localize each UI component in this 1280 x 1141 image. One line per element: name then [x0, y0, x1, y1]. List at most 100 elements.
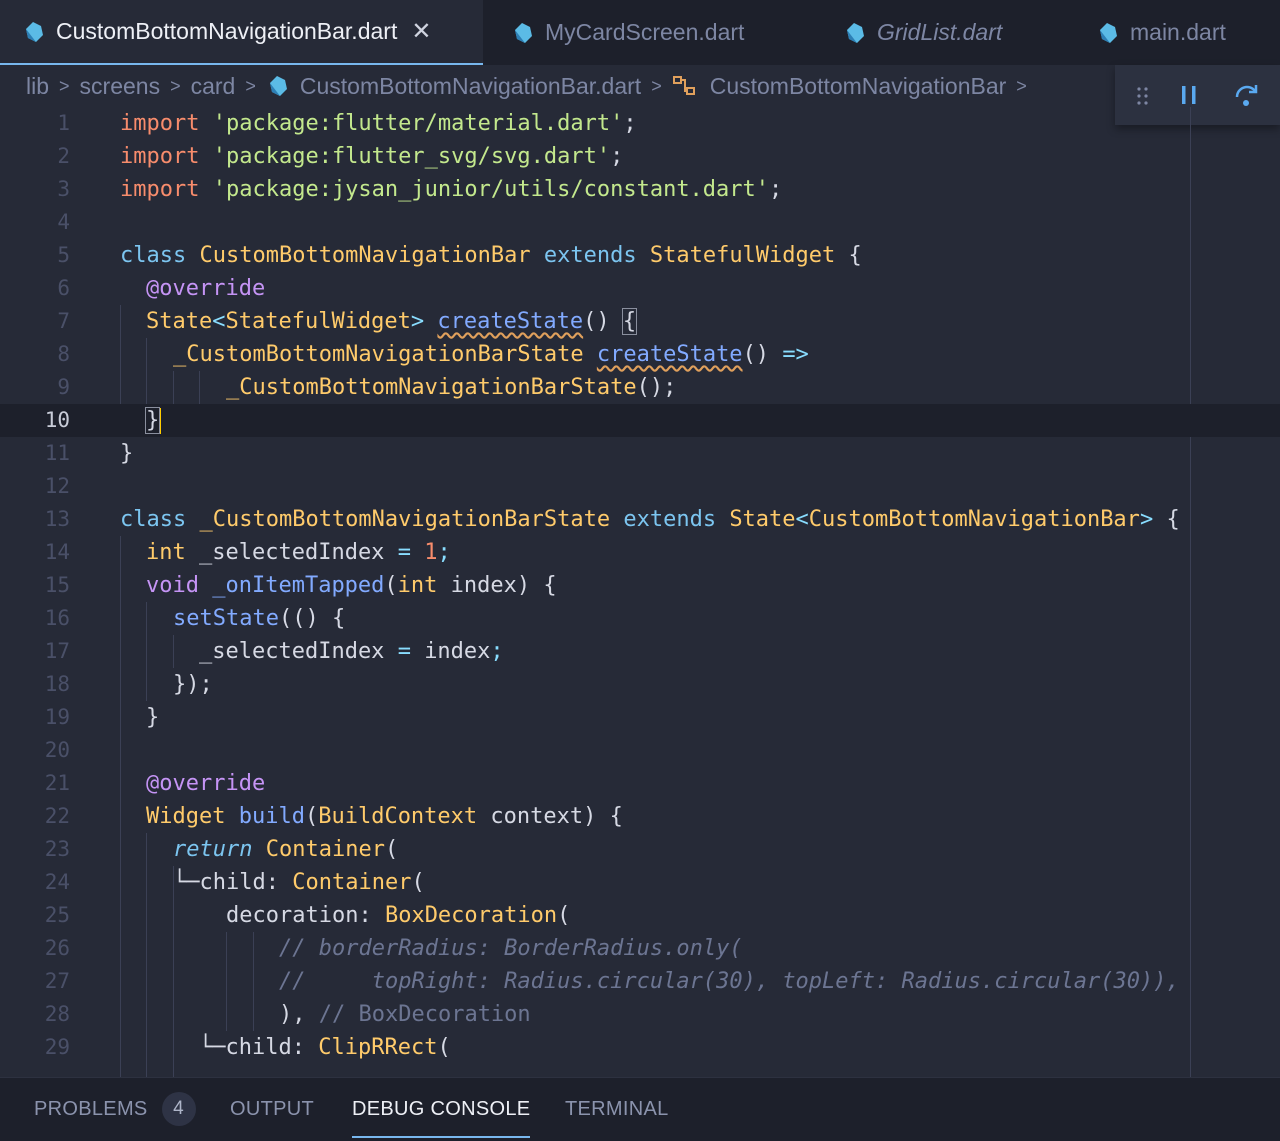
- identifier: index: [424, 639, 491, 664]
- punctuation: ): [516, 573, 531, 598]
- breadcrumb-item-screens[interactable]: screens: [80, 73, 161, 100]
- type-name: BoxDecoration: [384, 903, 558, 928]
- widget-tree-guide: └─: [199, 1035, 226, 1060]
- type-name: StatefulWidget: [225, 309, 411, 334]
- code-line: 14 int _selectedIndex = 1;: [0, 536, 1280, 569]
- tab-output[interactable]: OUTPUT: [230, 1078, 314, 1140]
- punctuation: (: [384, 837, 399, 862]
- breadcrumb-item-lib[interactable]: lib: [26, 73, 49, 100]
- dart-file-icon: [269, 76, 287, 96]
- type-name: int: [397, 573, 438, 598]
- code-line: 13 class _CustomBottomNavigationBarState …: [0, 503, 1280, 536]
- punctuation: ();: [636, 375, 677, 400]
- tab-my-card-screen[interactable]: MyCardScreen.dart: [511, 0, 744, 65]
- close-tab-icon[interactable]: ✕: [411, 17, 431, 46]
- tab-label: GridList.dart: [877, 19, 1003, 45]
- type-name: CustomBottomNavigationBar: [808, 507, 1140, 532]
- tab-custom-bottom-navigation-bar[interactable]: CustomBottomNavigationBar.dart ✕: [0, 0, 483, 65]
- drag-grip-icon[interactable]: [1137, 87, 1149, 105]
- line-number: 17: [44, 639, 70, 663]
- code-line: 12: [0, 470, 1280, 503]
- step-over-icon[interactable]: [1233, 81, 1261, 109]
- operator: =: [397, 540, 411, 565]
- annotation: @override: [146, 276, 266, 301]
- punctuation: {: [543, 573, 557, 598]
- punctuation: (): [583, 309, 610, 334]
- punctuation: }: [146, 705, 160, 730]
- line-number: 3: [57, 177, 70, 201]
- punctuation: (: [384, 573, 398, 598]
- type-name: _CustomBottomNavigationBarState: [173, 342, 584, 367]
- dart-file-icon: [847, 22, 864, 43]
- tab-problems[interactable]: PROBLEMS 4: [34, 1078, 196, 1140]
- code-editor[interactable]: 1 import 'package:flutter/material.dart';…: [0, 107, 1280, 1077]
- breadcrumb-item-card[interactable]: card: [191, 73, 236, 100]
- line-number: 27: [44, 969, 70, 993]
- operator: >: [1139, 507, 1154, 532]
- tab-main[interactable]: main.dart: [1096, 0, 1226, 65]
- code-line: 3 import 'package:jysan_junior/utils/cons…: [0, 173, 1280, 206]
- line-number: 15: [44, 573, 70, 597]
- punctuation: (() {: [278, 606, 346, 631]
- operator: <: [212, 309, 226, 334]
- breadcrumb-item-file[interactable]: CustomBottomNavigationBar.dart: [300, 73, 641, 100]
- chevron-right-icon: >: [59, 75, 70, 96]
- annotation: @override: [146, 771, 266, 796]
- punctuation: ),: [279, 1002, 306, 1027]
- tab-grid-list[interactable]: GridList.dart: [843, 0, 1002, 65]
- line-number: 7: [57, 309, 70, 333]
- breadcrumb: lib > screens > card > CustomBottomNavig…: [0, 65, 1110, 107]
- line-number: 12: [44, 474, 70, 498]
- type-name: Container: [265, 837, 385, 862]
- line-number: 21: [44, 771, 70, 795]
- punctuation: {: [848, 243, 862, 268]
- operator: >: [410, 309, 425, 334]
- code-line: 19}: [0, 701, 1280, 734]
- string-literal: 'package:flutter_svg/svg.dart': [212, 144, 611, 169]
- chevron-right-icon: >: [1016, 75, 1027, 96]
- code-line: 1 import 'package:flutter/material.dart';: [0, 107, 1280, 140]
- code-line: 17 _selectedIndex = index;: [0, 635, 1280, 668]
- punctuation: ;: [769, 177, 783, 202]
- chevron-right-icon: >: [651, 75, 662, 96]
- code-line: 22 Widget build(BuildContext context) {: [0, 800, 1280, 833]
- class-symbol-icon: [672, 76, 695, 95]
- tab-label: MyCardScreen.dart: [545, 19, 745, 45]
- code-line: 5 class CustomBottomNavigationBar extends…: [0, 239, 1280, 272]
- line-number: 13: [44, 507, 70, 531]
- tab-terminal[interactable]: TERMINAL: [565, 1078, 669, 1140]
- code-line: 16 setState(() {: [0, 602, 1280, 635]
- keyword: import: [120, 111, 200, 136]
- type-name: BuildContext: [318, 804, 478, 829]
- line-number: 2: [57, 144, 70, 168]
- chevron-right-icon: >: [245, 75, 256, 96]
- breadcrumb-item-class[interactable]: CustomBottomNavigationBar: [710, 73, 1007, 100]
- code-line: 6 @override: [0, 272, 1280, 305]
- punctuation: (: [437, 1035, 451, 1060]
- line-number: 23: [44, 837, 70, 861]
- line-number: 14: [44, 540, 70, 564]
- line-number: 10: [44, 408, 70, 432]
- line-number: 16: [44, 606, 70, 630]
- tab-debug-console[interactable]: DEBUG CONSOLE: [352, 1078, 531, 1140]
- dart-file-icon: [26, 21, 43, 42]
- keyword: class: [120, 507, 187, 532]
- code-line: 29 └─child: ClipRRect(: [0, 1031, 1280, 1064]
- line-number: 25: [44, 903, 70, 927]
- bottom-panel-tabs: PROBLEMS 4 OUTPUT DEBUG CONSOLE TERMINAL: [0, 1077, 1280, 1141]
- matched-bracket: {: [621, 308, 638, 335]
- editor-tab-bar: CustomBottomNavigationBar.dart ✕ MyCardS…: [0, 0, 1280, 65]
- line-number: 19: [44, 705, 70, 729]
- comment: // BoxDecoration: [318, 1002, 531, 1027]
- type-name: Widget: [146, 804, 226, 829]
- keyword: import: [120, 144, 200, 169]
- code-line: 2 import 'package:flutter_svg/svg.dart';: [0, 140, 1280, 173]
- code-line: 26 // borderRadius: BorderRadius.only(: [0, 932, 1280, 965]
- problems-count-badge: 4: [161, 1092, 196, 1126]
- type-name: int: [146, 540, 186, 565]
- code-line: 15 void _onItemTapped(int index) {: [0, 569, 1280, 602]
- code-line: 28), // BoxDecoration: [0, 998, 1280, 1031]
- operator: =>: [782, 342, 809, 367]
- pause-icon[interactable]: [1181, 85, 1197, 105]
- method-name: _onItemTapped: [212, 573, 385, 598]
